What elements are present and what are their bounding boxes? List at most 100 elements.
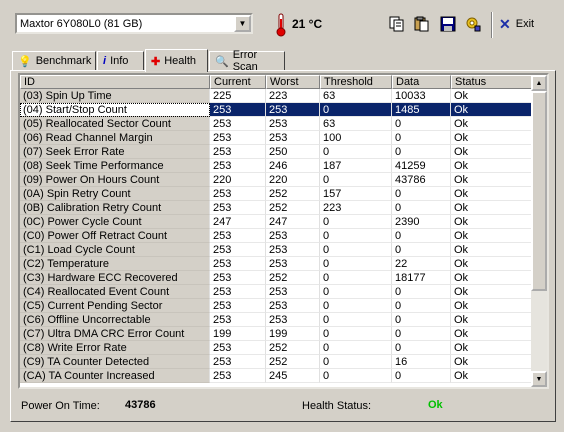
table-cell: 223	[320, 201, 392, 215]
table-row[interactable]: (04) Start/Stop Count 253 253 0 1485 Ok	[20, 103, 533, 117]
table-cell: (C6) Offline Uncorrectable	[20, 313, 210, 327]
table-cell: 252	[266, 187, 320, 201]
table-cell: 157	[320, 187, 392, 201]
table-row[interactable]: (CA) TA Counter Increased 253 245 0 0 Ok	[20, 369, 533, 383]
table-cell: 199	[266, 327, 320, 341]
copy-icon[interactable]	[386, 13, 408, 35]
table-cell: 0	[392, 201, 451, 215]
options-icon[interactable]	[462, 13, 484, 35]
table-cell: Ok	[451, 229, 533, 243]
table-cell: 246	[266, 159, 320, 173]
lightbulb-icon: 💡	[18, 55, 32, 68]
table-cell: 0	[320, 369, 392, 383]
column-header-current[interactable]: Current	[210, 75, 266, 89]
table-cell: Ok	[451, 173, 533, 187]
drive-select[interactable]: Maxtor 6Y080L0 (81 GB) ▼	[15, 13, 253, 34]
close-icon: ✕	[499, 15, 511, 32]
table-cell: (C1) Load Cycle Count	[20, 243, 210, 257]
table-cell: Ok	[451, 299, 533, 313]
tab-error-scan[interactable]: 🔍 Error Scan	[209, 49, 285, 73]
paste-icon[interactable]	[411, 13, 433, 35]
table-cell: Ok	[451, 341, 533, 355]
table-cell: 0	[392, 285, 451, 299]
exit-label: Exit	[515, 18, 535, 30]
scroll-up-icon[interactable]: ▲	[531, 75, 547, 91]
tab-health[interactable]: ✚ Health	[145, 49, 208, 72]
table-row[interactable]: (C5) Current Pending Sector 253 253 0 0 Ok	[20, 299, 533, 313]
table-cell: 43786	[392, 173, 451, 187]
table-cell: 253	[210, 243, 266, 257]
table-cell: Ok	[451, 201, 533, 215]
table-row[interactable]: (C4) Reallocated Event Count 253 253 0 0 Ok	[20, 285, 533, 299]
table-cell: 250	[266, 145, 320, 159]
table-cell: 22	[392, 257, 451, 271]
table-cell: 0	[392, 369, 451, 383]
table-row[interactable]: (C1) Load Cycle Count 253 253 0 0 Ok	[20, 243, 533, 257]
table-cell: (06) Read Channel Margin	[20, 131, 210, 145]
table-row[interactable]: (0B) Calibration Retry Count 253 252 223 0 Ok	[20, 201, 533, 215]
health-status-label: Health Status:	[302, 400, 372, 412]
table-row[interactable]: (C0) Power Off Retract Count 253 253 0 0 Ok	[20, 229, 533, 243]
table-cell: 253	[210, 145, 266, 159]
table-cell: 100	[320, 131, 392, 145]
table-cell: (09) Power On Hours Count	[20, 173, 210, 187]
table-row[interactable]: (C2) Temperature 253 253 0 22 Ok	[20, 257, 533, 271]
scroll-down-icon[interactable]: ▼	[531, 371, 547, 387]
table-cell: 0	[392, 117, 451, 131]
table-row[interactable]: (08) Seek Time Performance 253 246 187 41259…	[20, 159, 533, 173]
table-row[interactable]: (C6) Offline Uncorrectable 253 253 0 0 Ok	[20, 313, 533, 327]
table-cell: (0A) Spin Retry Count	[20, 187, 210, 201]
table-row[interactable]: (C8) Write Error Rate 253 252 0 0 Ok	[20, 341, 533, 355]
table-row[interactable]: (C3) Hardware ECC Recovered 253 252 0 18177 O…	[20, 271, 533, 285]
table-cell: 220	[210, 173, 266, 187]
table-cell: 0	[392, 131, 451, 145]
table-cell: (C7) Ultra DMA CRC Error Count	[20, 327, 210, 341]
table-cell: 0	[320, 243, 392, 257]
table-row[interactable]: (C7) Ultra DMA CRC Error Count 199 199 0 0 Ok	[20, 327, 533, 341]
column-header-data[interactable]: Data	[392, 75, 451, 89]
table-row[interactable]: (C9) TA Counter Detected 253 252 0 16 Ok	[20, 355, 533, 369]
table-cell: (CA) TA Counter Increased	[20, 369, 210, 383]
table-cell: 253	[266, 313, 320, 327]
table-cell: 253	[210, 341, 266, 355]
vertical-scrollbar[interactable]: ▲ ▼	[531, 75, 547, 387]
table-cell: 253	[210, 271, 266, 285]
table-row[interactable]: (05) Reallocated Sector Count 253 253 63 0 Ok	[20, 117, 533, 131]
column-header-status[interactable]: Status	[451, 75, 533, 89]
table-row[interactable]: (03) Spin Up Time 225 223 63 10033 Ok	[20, 89, 533, 103]
table-row[interactable]: (07) Seek Error Rate 253 250 0 0 Ok	[20, 145, 533, 159]
table-cell: 252	[266, 201, 320, 215]
save-icon[interactable]	[437, 13, 459, 35]
power-on-time-label: Power On Time:	[21, 400, 100, 412]
table-cell: Ok	[451, 215, 533, 229]
table-cell: 253	[210, 229, 266, 243]
table-cell: 2390	[392, 215, 451, 229]
tab-benchmark[interactable]: 💡 Benchmark	[12, 51, 96, 70]
scrollbar-thumb[interactable]	[531, 91, 547, 291]
toolbar-separator	[491, 12, 493, 38]
table-cell: Ok	[451, 131, 533, 145]
table-row[interactable]: (0C) Power Cycle Count 247 247 0 2390 Ok	[20, 215, 533, 229]
table-cell: (0B) Calibration Retry Count	[20, 201, 210, 215]
table-cell: 0	[392, 145, 451, 159]
tab-health-label: Health	[164, 55, 197, 67]
tab-info[interactable]: i Info	[97, 51, 144, 70]
table-cell: 253	[210, 355, 266, 369]
column-header-threshold[interactable]: Threshold	[320, 75, 392, 89]
table-cell: (08) Seek Time Performance	[20, 159, 210, 173]
chevron-down-icon[interactable]: ▼	[234, 15, 251, 32]
table-row[interactable]: (0A) Spin Retry Count 253 252 157 0 Ok	[20, 187, 533, 201]
temperature-value: 21 °C	[292, 17, 323, 31]
column-header-worst[interactable]: Worst	[266, 75, 320, 89]
table-cell: 0	[320, 327, 392, 341]
smart-attributes-grid[interactable]: ID Current Worst Threshold Data Status (…	[18, 73, 549, 389]
table-row[interactable]: (06) Read Channel Margin 253 253 100 0 Ok	[20, 131, 533, 145]
exit-button[interactable]: ✕ Exit	[499, 13, 534, 35]
table-cell: 252	[266, 355, 320, 369]
table-row[interactable]: (09) Power On Hours Count 220 220 0 43786 Ok	[20, 173, 533, 187]
table-cell: 0	[320, 257, 392, 271]
column-header-id[interactable]: ID	[20, 75, 210, 89]
table-cell: 247	[266, 215, 320, 229]
table-cell: (C5) Current Pending Sector	[20, 299, 210, 313]
table-cell: 0	[392, 243, 451, 257]
